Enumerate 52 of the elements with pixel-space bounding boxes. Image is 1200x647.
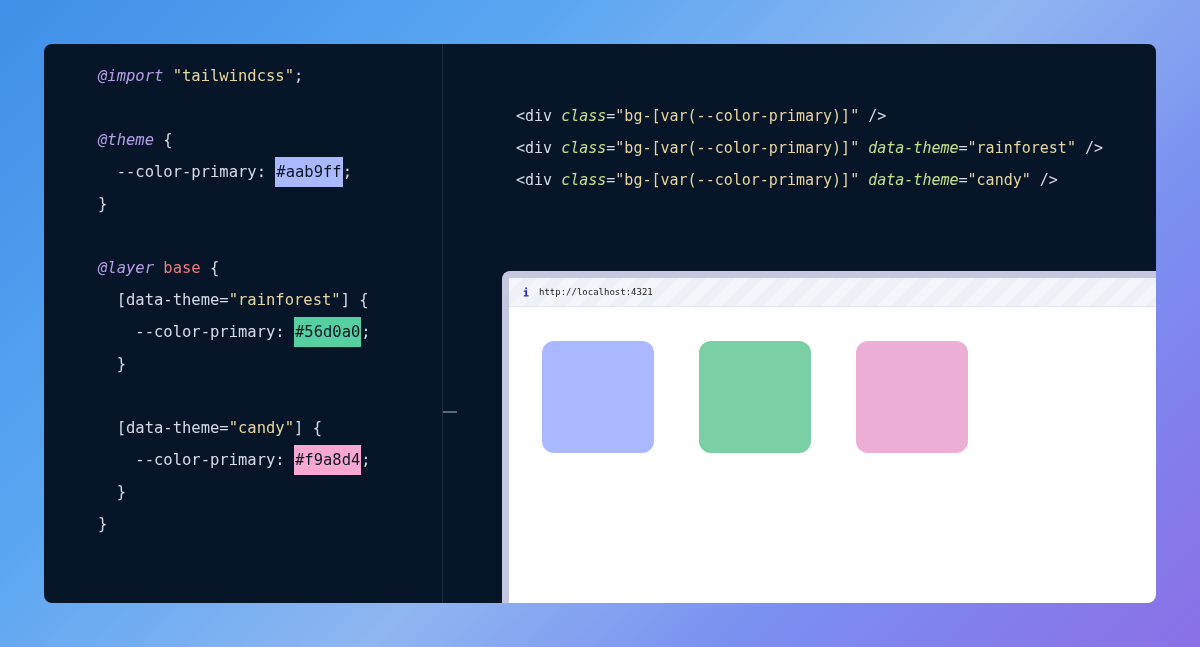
code-token: "rainforest" (228, 291, 341, 309)
code-token: } (115, 483, 126, 501)
code-token: "candy" (228, 419, 294, 437)
code-token: "rainforest" (967, 139, 1076, 157)
code-token: "candy" (967, 171, 1031, 189)
code-token: = (958, 171, 968, 189)
code-token: } (98, 515, 108, 533)
url-text: http://localhost:4321 (539, 287, 653, 297)
code-token: --color-primary: (134, 323, 286, 341)
code-token: <div (516, 139, 554, 157)
code-token: --color-primary: (134, 451, 286, 469)
code-token: ; (294, 67, 304, 85)
code-token: } (115, 355, 126, 373)
code-token: data-theme (867, 139, 959, 157)
color-swatch: #aab9ff (275, 157, 343, 187)
info-icon (523, 287, 529, 297)
code-token: ; (361, 323, 371, 341)
code-token: ; (342, 163, 352, 181)
code-token: = (606, 139, 616, 157)
code-token: /> (867, 107, 887, 125)
code-token: /> (1038, 171, 1058, 189)
code-token: <div (516, 107, 554, 125)
code-token: = (606, 171, 616, 189)
code-token: ] { (340, 291, 369, 309)
code-token: "bg-[var(--color-primary)]" (615, 107, 860, 125)
code-token: { (162, 131, 173, 149)
code-token: [data-theme= (115, 291, 229, 309)
code-token: class (561, 171, 607, 189)
code-token: "tailwindcss" (171, 67, 294, 85)
code-token: @layer (98, 259, 154, 277)
color-swatch: #56d0a0 (293, 317, 362, 347)
code-token: --color-primary: (115, 163, 267, 181)
code-token: @theme (98, 131, 154, 149)
code-token: ] { (294, 419, 322, 437)
color-swatch: #f9a8d4 (293, 445, 362, 475)
code-token: } (98, 195, 108, 213)
code-token: data-theme (867, 171, 959, 189)
code-token: <div (516, 171, 554, 189)
code-token: = (958, 139, 968, 157)
code-token: "bg-[var(--color-primary)]" (615, 139, 860, 157)
code-token: base (162, 259, 201, 277)
address-bar[interactable]: http://localhost:4321 (509, 278, 1156, 307)
code-token: class (561, 107, 607, 125)
resize-handle[interactable] (443, 411, 457, 413)
code-token: ; (361, 451, 371, 469)
code-token: class (561, 139, 607, 157)
code-token: { (209, 259, 220, 277)
code-token: /> (1083, 139, 1104, 157)
code-token: [data-theme= (115, 419, 229, 437)
code-token: "bg-[var(--color-primary)]" (615, 171, 860, 189)
code-token: = (606, 107, 616, 125)
code-token: @import (98, 67, 164, 85)
